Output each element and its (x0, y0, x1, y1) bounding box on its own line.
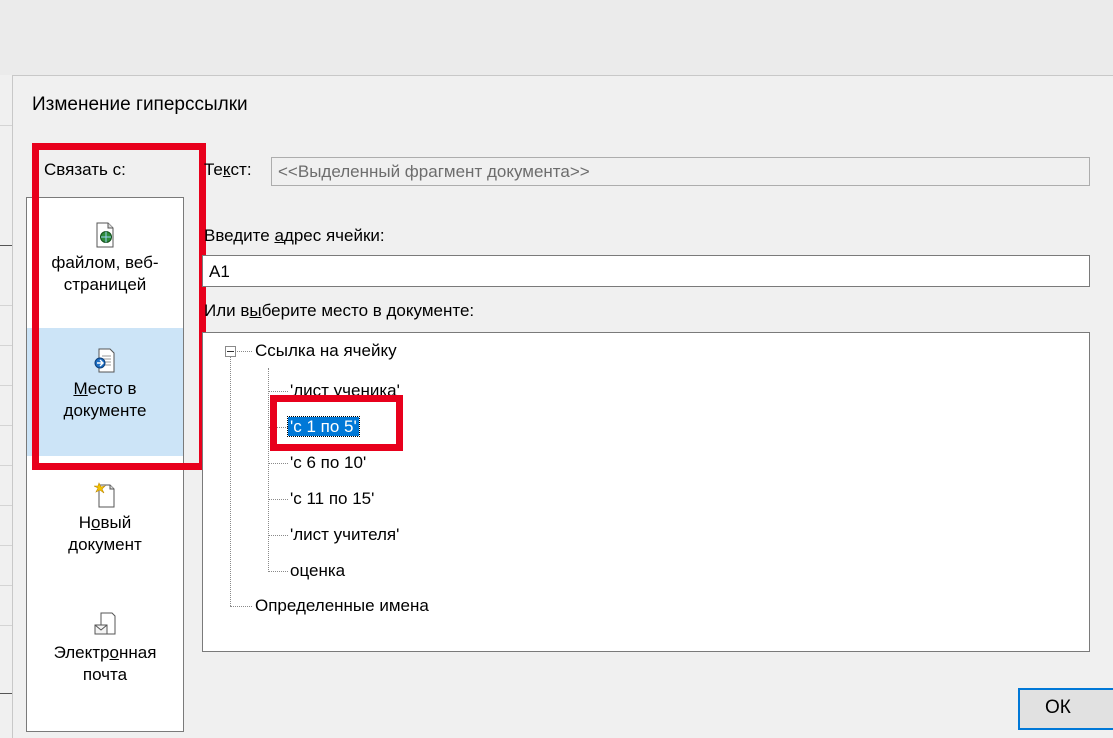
tree-line (268, 391, 288, 392)
sheet-gridline (0, 385, 12, 386)
cell-address-input[interactable]: A1 (202, 255, 1090, 287)
display-text-field[interactable]: <<Выделенный фрагмент документа>> (271, 157, 1090, 186)
sheet-gridline (0, 505, 12, 506)
new-document-icon (93, 482, 116, 508)
link-to-new-label-line1: Новый (78, 513, 132, 532)
tree-line (268, 499, 288, 500)
tree-line (230, 356, 231, 606)
tree-line (268, 368, 269, 572)
tree-collapse-icon[interactable] (225, 346, 236, 357)
background-window (0, 0, 1113, 75)
link-to-new-document-button[interactable]: Новый документ (27, 482, 183, 582)
tree-node-cell-reference[interactable]: Ссылка на ячейку (255, 340, 397, 362)
tree-line (234, 351, 252, 352)
link-to-email-label-line2: почта (82, 665, 128, 684)
sheet-gridline (0, 625, 12, 626)
cell-address-label: Введите адрес ячейки: (204, 226, 385, 245)
tree-node-defined-names[interactable]: Определенные имена (255, 595, 429, 617)
sheet-gridline (0, 693, 12, 694)
annotation-highlight-box (270, 395, 403, 451)
text-label: Текст: (204, 160, 252, 179)
link-to-new-label-line2: документ (68, 535, 142, 554)
tree-node-grade[interactable]: оценка (290, 560, 345, 582)
sheet-gridline (0, 305, 12, 306)
sheet-gridline (0, 545, 12, 546)
tree-node-sheet-11-15[interactable]: 'с 11 по 15' (290, 488, 374, 510)
sheet-gridline (0, 125, 12, 126)
tree-node-sheet-6-10[interactable]: 'с 6 по 10' (290, 452, 366, 474)
tree-line (268, 571, 288, 572)
link-to-email-label-line1: Электронная (53, 643, 157, 662)
tree-line (268, 463, 288, 464)
tree-node-teacher-sheet[interactable]: 'лист учителя' (290, 524, 399, 546)
dialog-title: Изменение гиперссылки (32, 94, 248, 115)
sheet-gridline (0, 465, 12, 466)
link-to-email-button[interactable]: Электронная почта (27, 612, 183, 712)
sheet-gridline (0, 585, 12, 586)
email-icon (94, 612, 116, 638)
sheet-gridline (0, 245, 12, 246)
place-in-document-label: Или выберите место в документе: (204, 301, 475, 320)
ok-button[interactable]: ОК (1018, 688, 1113, 730)
background-sheet-edge (0, 75, 12, 738)
sheet-gridline (0, 345, 12, 346)
tree-line (268, 535, 288, 536)
annotation-highlight-box (32, 143, 206, 470)
tree-line (230, 606, 252, 607)
sheet-gridline (0, 425, 12, 426)
